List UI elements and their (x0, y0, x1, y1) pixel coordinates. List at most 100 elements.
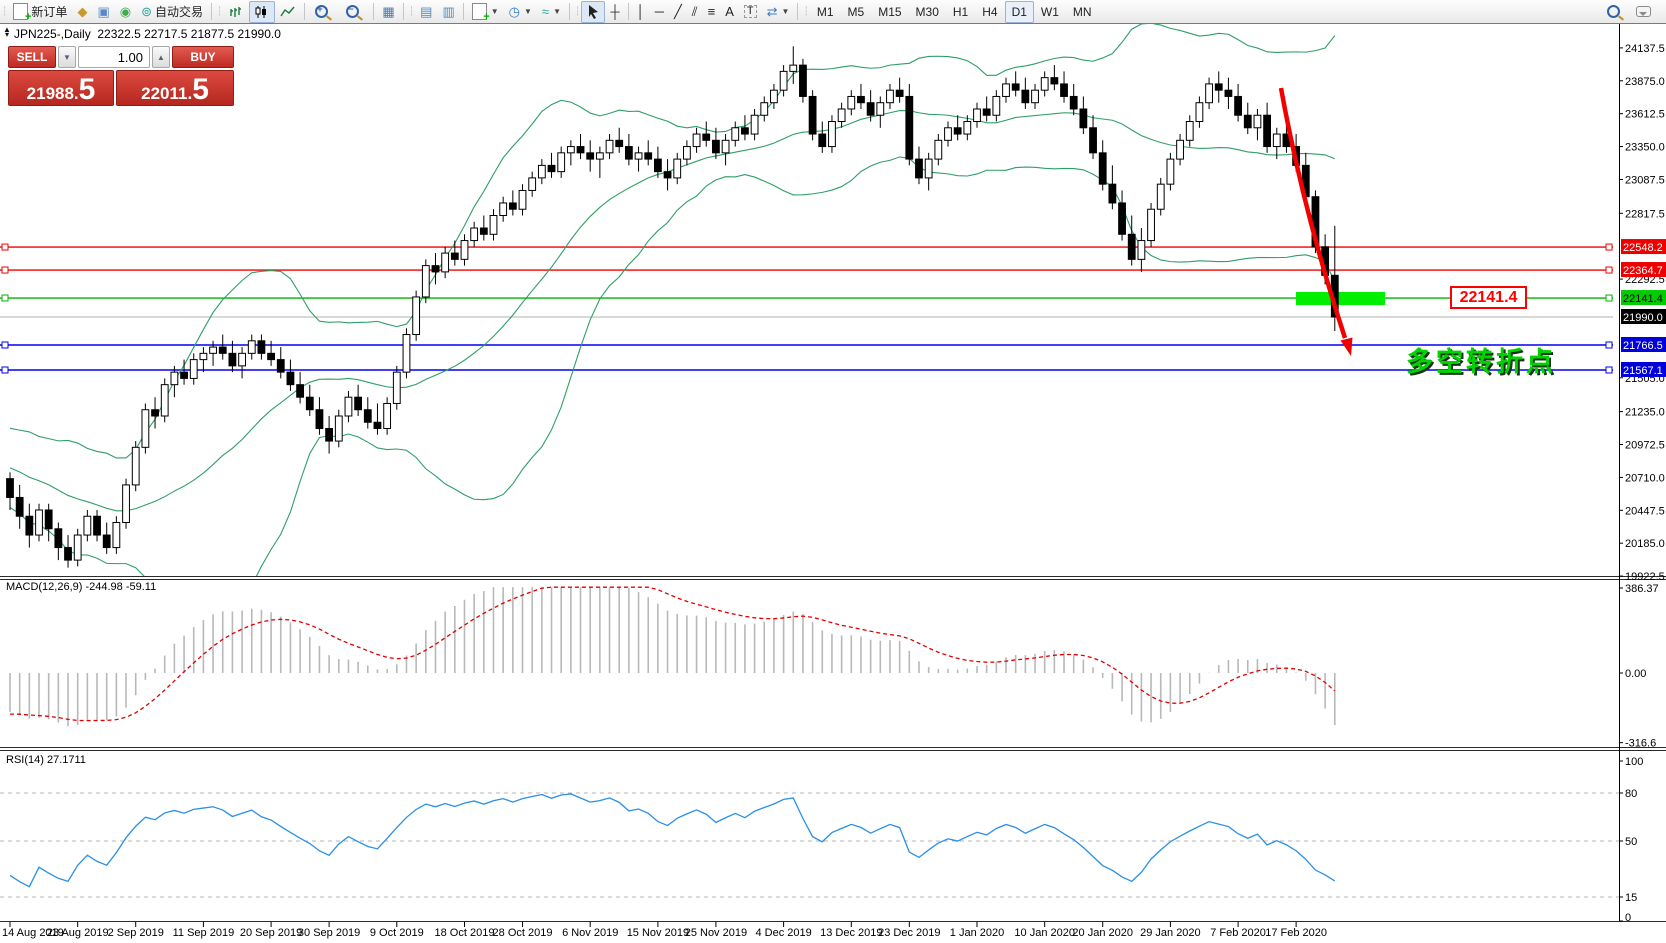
search-button[interactable] (1600, 1, 1631, 23)
svg-text:17 Feb 2020: 17 Feb 2020 (1265, 927, 1327, 939)
toolbar-grip: ┆ (2, 6, 6, 17)
svg-text:15 Nov 2019: 15 Nov 2019 (627, 927, 689, 939)
svg-text:4 Dec 2019: 4 Dec 2019 (755, 927, 811, 939)
svg-text:21990.0: 21990.0 (1623, 312, 1663, 324)
zoom-in-button[interactable]: + (308, 1, 339, 23)
chat-button[interactable] (1631, 1, 1660, 23)
fibonacci-tool-button[interactable]: ≡ (703, 1, 721, 23)
expert-advisors-button[interactable]: ◆ (72, 1, 92, 23)
svg-text:23875.0: 23875.0 (1625, 76, 1665, 88)
timeframe-m15[interactable]: M15 (871, 1, 908, 23)
search-icon (1607, 5, 1620, 18)
horizontal-line-tool-button[interactable]: ─ (650, 1, 669, 23)
crosshair-tool-button[interactable]: ┼ (605, 1, 624, 23)
timeframe-m1[interactable]: M1 (810, 1, 841, 23)
cascade-button[interactable]: ▤ (415, 1, 437, 23)
timeframe-h1[interactable]: H1 (946, 1, 975, 23)
macd-panel[interactable] (10, 587, 1335, 726)
toolbar: ┆ + 新订单 ◆ ▣ ◉ ⊚ 自动交易 ┆ + (0, 0, 1666, 24)
sell-button[interactable]: SELL (8, 46, 56, 68)
svg-text:22548.2: 22548.2 (1623, 242, 1663, 254)
channel-tool-button[interactable]: ⫽ (687, 1, 703, 23)
label-tool-button[interactable]: T (739, 1, 762, 23)
arrange-button[interactable]: ▥ (437, 1, 459, 23)
svg-text:100: 100 (1625, 756, 1643, 768)
chevron-down-icon: ▼ (524, 7, 532, 16)
cursor-tool-button[interactable] (581, 1, 605, 23)
buy-price-main: 22011. (141, 85, 192, 102)
chart-title: JPN225-,Daily 22322.5 22717.5 21877.5 21… (14, 27, 281, 41)
buy-button[interactable]: BUY (172, 46, 234, 68)
svg-text:23350.0: 23350.0 (1625, 142, 1665, 154)
arrows-icon: ⇄ (767, 5, 778, 18)
new-order-icon: + (13, 3, 28, 20)
globe-icon: ⊚ (141, 5, 152, 18)
signal-button[interactable]: ◉ (115, 1, 136, 23)
buy-price[interactable]: 22011.5 (116, 70, 234, 106)
turning-point-note[interactable]: 多空转折点 (1406, 340, 1556, 379)
line-chart-mode-button[interactable] (275, 1, 301, 23)
ohlc-readout: 22322.5 22717.5 21877.5 21990.0 (97, 27, 281, 41)
zoom-out-button[interactable]: − (339, 1, 370, 23)
main-chart[interactable] (7, 23, 1385, 616)
svg-text:0: 0 (1625, 912, 1631, 924)
application-window: ┆ + 新订单 ◆ ▣ ◉ ⊚ 自动交易 ┆ + (0, 0, 1666, 943)
svg-text:23 Aug 2019: 23 Aug 2019 (47, 927, 109, 939)
chart-canvas[interactable]: 24137.523875.023612.523350.023087.522817… (0, 0, 1666, 943)
auto-trading-button[interactable]: ⊚ 自动交易 (136, 1, 208, 23)
rsi-panel[interactable] (0, 793, 1619, 897)
svg-text:7 Feb 2020: 7 Feb 2020 (1210, 927, 1266, 939)
tile-windows-button[interactable]: ▦ (377, 1, 399, 23)
svg-text:20710.0: 20710.0 (1625, 472, 1665, 484)
candles (7, 46, 1339, 567)
time-axis[interactable]: 14 Aug 201923 Aug 20192 Sep 201911 Sep 2… (2, 922, 1327, 939)
buy-price-decimal: 5 (192, 77, 209, 103)
terminal-button[interactable]: ▣ (92, 1, 114, 23)
arrows-tool-button[interactable]: ⇄▼ (762, 1, 795, 23)
timeframe-m30[interactable]: M30 (909, 1, 946, 23)
text-tool-button[interactable]: A (720, 1, 739, 23)
price-annotation-box[interactable]: 22141.4 (1450, 286, 1527, 309)
svg-text:22141.4: 22141.4 (1623, 293, 1663, 305)
svg-text:10 Jan 2020: 10 Jan 2020 (1014, 927, 1075, 939)
new-order-button[interactable]: + 新订单 (8, 1, 72, 23)
svg-text:9 Oct 2019: 9 Oct 2019 (370, 927, 424, 939)
timeframe-d1[interactable]: D1 (1005, 1, 1034, 23)
bar-chart-icon (228, 5, 244, 19)
one-click-collapse-icon[interactable]: ▲▾ (3, 27, 11, 37)
fibonacci-icon: ≡ (708, 5, 716, 18)
svg-text:23087.5: 23087.5 (1625, 174, 1665, 186)
signal-icon: ◉ (120, 5, 131, 18)
timeframe-mn[interactable]: MN (1066, 1, 1099, 23)
expert-advisor-icon: ◆ (77, 5, 87, 18)
timeframe-w1[interactable]: W1 (1034, 1, 1066, 23)
chevron-down-icon: ▼ (553, 7, 561, 16)
volume-input[interactable]: 1.00 (78, 46, 150, 68)
sell-price[interactable]: 21988.5 (8, 70, 114, 106)
indicators-dropdown-button[interactable]: ≈▼ (537, 1, 566, 23)
volume-decrease-button[interactable]: ▼ (58, 46, 76, 68)
channel-icon: ⫽ (692, 5, 698, 18)
price-axis[interactable]: 24137.523875.023612.523350.023087.522817… (1619, 43, 1666, 924)
timeframe-m5[interactable]: M5 (841, 1, 872, 23)
auto-trading-label: 自动交易 (155, 3, 203, 20)
chat-icon (1636, 6, 1651, 17)
period-dropdown-button[interactable]: ◷▼ (504, 1, 537, 23)
trendline-tool-button[interactable]: ╱ (669, 1, 687, 23)
horizontal-line-icon: ─ (655, 5, 664, 18)
highlight-rectangle[interactable] (1296, 292, 1385, 305)
templates-dropdown-button[interactable]: +▼ (467, 1, 504, 23)
svg-text:6 Nov 2019: 6 Nov 2019 (562, 927, 618, 939)
timeframe-h4[interactable]: H4 (975, 1, 1004, 23)
svg-text:80: 80 (1625, 788, 1637, 800)
indicator-icon: ≈ (542, 5, 549, 18)
label-tool-icon: T (744, 5, 757, 18)
vertical-line-tool-button[interactable]: │ (632, 1, 650, 23)
volume-increase-button[interactable]: ▲ (152, 46, 170, 68)
candlestick-mode-button[interactable] (249, 1, 275, 23)
svg-text:29 Jan 2020: 29 Jan 2020 (1140, 927, 1201, 939)
svg-text:21235.0: 21235.0 (1625, 407, 1665, 419)
text-tool-icon: A (725, 5, 734, 18)
svg-text:23612.5: 23612.5 (1625, 109, 1665, 121)
bar-chart-mode-button[interactable] (223, 1, 249, 23)
